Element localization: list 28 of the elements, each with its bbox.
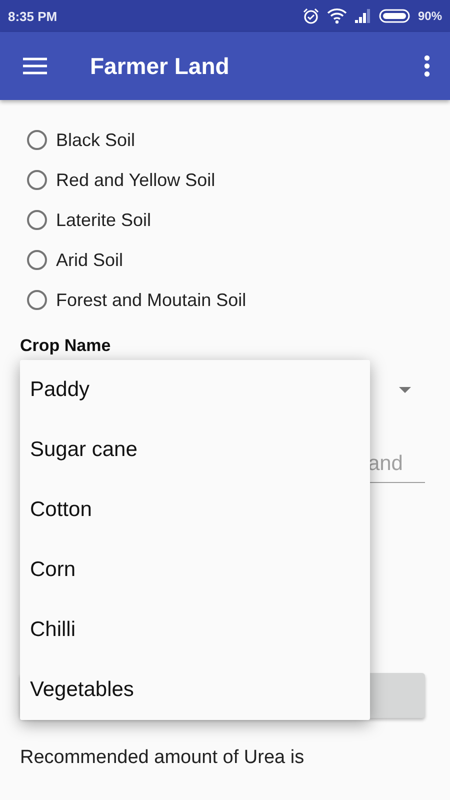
radio-button[interactable]	[27, 130, 47, 150]
dropdown-arrow-icon[interactable]	[399, 387, 411, 393]
radio-button[interactable]	[27, 290, 47, 310]
radio-label[interactable]: Arid Soil	[56, 250, 124, 270]
dropdown-option[interactable]: Corn	[20, 540, 370, 600]
dropdown-option[interactable]: Paddy	[20, 360, 370, 420]
dropdown-option[interactable]: Sugar cane	[20, 420, 370, 480]
crop-name-label: Crop Name	[20, 336, 112, 356]
more-options-icon[interactable]	[424, 55, 430, 77]
app-title: Farmer Land	[90, 52, 230, 80]
signal-icon	[354, 8, 372, 24]
battery-level: 90%	[418, 9, 442, 23]
radio-button[interactable]	[27, 210, 47, 230]
wifi-icon	[326, 8, 347, 24]
result-text: Recommended amount of Urea is	[20, 747, 306, 769]
radio-label[interactable]: Forest and Moutain Soil	[56, 290, 246, 310]
radio-label[interactable]: Red and Yellow Soil	[56, 170, 216, 190]
dropdown-option[interactable]: Cotton	[20, 480, 370, 540]
radio-button[interactable]	[27, 250, 47, 270]
radio-button[interactable]	[27, 170, 47, 190]
dropdown-option[interactable]: Chilli	[20, 600, 370, 660]
alarm-icon	[302, 8, 320, 24]
radio-label[interactable]: Black Soil	[56, 130, 136, 150]
dropdown-option[interactable]: Vegetables	[20, 660, 370, 720]
battery-icon	[378, 9, 411, 23]
menu-icon[interactable]	[23, 57, 47, 75]
radio-label[interactable]: Laterite Soil	[56, 210, 152, 230]
clock: 8:35 PM	[8, 8, 58, 24]
